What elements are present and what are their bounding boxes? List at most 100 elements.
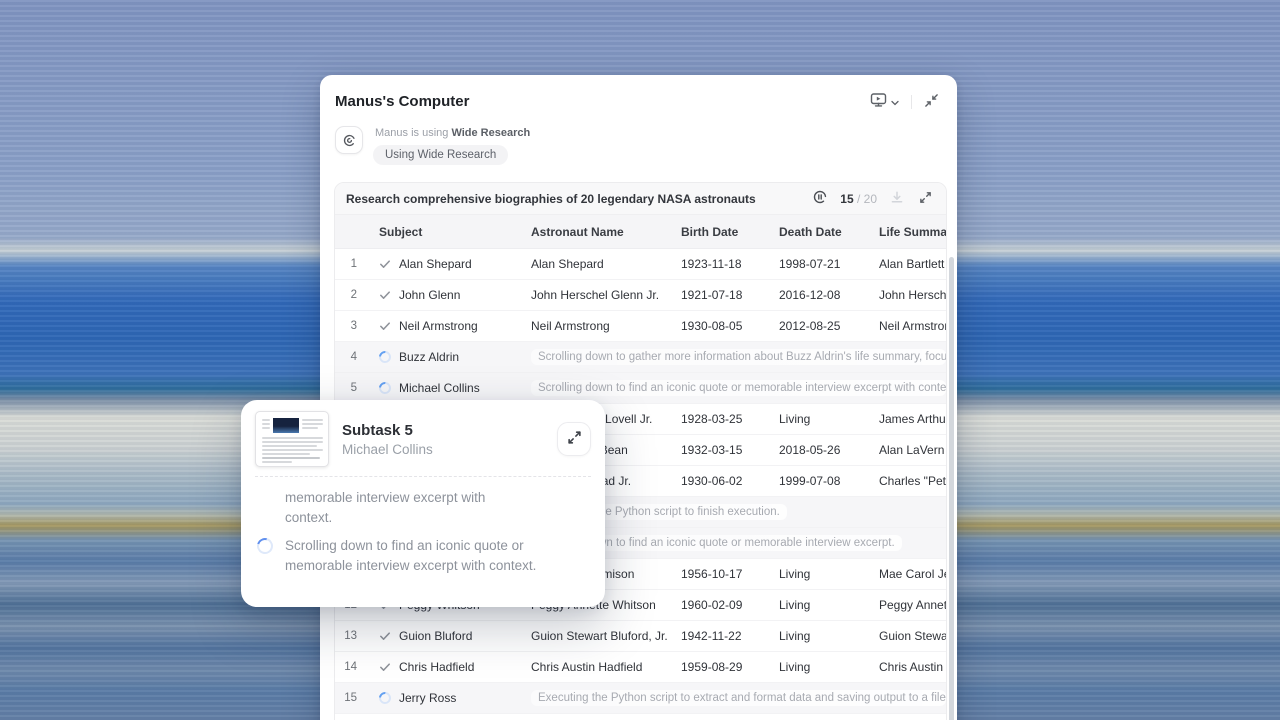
popup-subtitle: Michael Collins xyxy=(342,442,544,457)
row-number: 15 xyxy=(335,692,371,704)
download-icon xyxy=(890,190,904,207)
table-row[interactable]: 14 Chris Hadfield Chris Austin Hadfield … xyxy=(335,652,946,683)
table-row[interactable]: 13 Guion Bluford Guion Stewart Bluford, … xyxy=(335,621,946,652)
birth-date: 1930-06-02 xyxy=(671,474,769,488)
birth-date: 1942-11-22 xyxy=(671,629,769,643)
life-summary: John Herschel Glenn Jr. xyxy=(869,288,946,302)
wide-research-badge[interactable]: Using Wide Research xyxy=(373,145,508,165)
life-summary: Alan Bartlett Shepard Jr. xyxy=(869,257,946,271)
status-text: Scrolling down to gather more informatio… xyxy=(531,349,946,365)
subtask-popup: Subtask 5 Michael Collins memorable inte… xyxy=(241,400,605,607)
task-title: Research comprehensive biographies of 20… xyxy=(346,192,756,206)
progress-counter: 15 / 20 xyxy=(840,192,877,206)
window-scrollbar[interactable] xyxy=(949,257,954,720)
subtask-thumbnail[interactable] xyxy=(255,411,329,467)
subject-label: Buzz Aldrin xyxy=(399,350,459,364)
pause-button[interactable] xyxy=(811,188,829,209)
death-date: Living xyxy=(769,412,869,426)
row-number: 14 xyxy=(335,661,371,673)
popup-expand-button[interactable] xyxy=(557,422,591,456)
wide-research-icon xyxy=(335,126,363,154)
row-number: 5 xyxy=(335,382,371,394)
check-icon xyxy=(379,258,391,270)
window-header: Manus's Computer xyxy=(320,75,957,113)
subject-label: Neil Armstrong xyxy=(399,319,478,333)
row-number: 1 xyxy=(335,258,371,270)
column-header-subject: Subject xyxy=(371,225,521,239)
death-date: 1999-07-08 xyxy=(769,474,869,488)
table-row[interactable]: 4 Buzz Aldrin Scrolling down to gather m… xyxy=(335,342,946,373)
status-text: Executing the Python script to extract a… xyxy=(531,690,946,706)
chevron-down-icon xyxy=(891,94,899,109)
table-row[interactable]: 15 Jerry Ross Executing the Python scrip… xyxy=(335,683,946,714)
table-row[interactable]: 1 Alan Shepard Alan Shepard 1923-11-18 1… xyxy=(335,249,946,280)
table-row[interactable]: 3 Neil Armstrong Neil Armstrong 1930-08-… xyxy=(335,311,946,342)
birth-date: 1956-10-17 xyxy=(671,567,769,581)
popup-title: Subtask 5 xyxy=(342,422,544,439)
row-number: 2 xyxy=(335,289,371,301)
life-summary: Peggy Annette Whitson xyxy=(869,598,946,612)
check-icon xyxy=(379,289,391,301)
subtask-popup-header: Subtask 5 Michael Collins xyxy=(241,400,605,476)
download-button[interactable] xyxy=(888,188,906,209)
subject-label: Alan Shepard xyxy=(399,257,472,271)
subtask-status-text: Scrolling down to find an iconic quote o… xyxy=(285,536,557,576)
column-header-life-summary: Life Summary xyxy=(869,225,946,239)
popup-body: memorable interview excerpt with context… xyxy=(241,477,605,592)
pause-circle-icon xyxy=(813,190,827,207)
manus-computer-window: Manus's Computer xyxy=(320,75,957,720)
subject-label: Guion Bluford xyxy=(399,629,472,643)
agent-status-text: Manus is using Wide Research xyxy=(375,127,530,139)
row-number: 3 xyxy=(335,320,371,332)
column-header-birth-date: Birth Date xyxy=(671,225,769,239)
life-summary: Charles "Pete" Conrad xyxy=(869,474,946,488)
check-icon xyxy=(379,630,391,642)
column-header-astronaut-name: Astronaut Name xyxy=(521,225,671,239)
birth-date: 1930-08-05 xyxy=(671,319,769,333)
table-row[interactable]: 2 John Glenn John Herschel Glenn Jr. 192… xyxy=(335,280,946,311)
astronaut-name: Guion Stewart Bluford, Jr. xyxy=(521,629,671,643)
astronaut-name: Neil Armstrong xyxy=(521,319,671,333)
subject-label: Chris Hadfield xyxy=(399,660,474,674)
death-date: Living xyxy=(769,598,869,612)
agent-status-row: Manus is using Wide Research Using Wide … xyxy=(320,113,957,165)
life-summary: James Arthur Lovell Jr. xyxy=(869,412,946,426)
check-icon xyxy=(379,320,391,332)
table-row[interactable]: 16 Franklin Chang-Diaz Franklin Chang-Di… xyxy=(335,714,946,720)
death-date: Living xyxy=(769,660,869,674)
webpage-preview xyxy=(255,411,329,467)
status-text: Scrolling down to find an iconic quote o… xyxy=(531,380,946,396)
birth-date: 1923-11-18 xyxy=(671,257,769,271)
astronaut-name: Chris Austin Hadfield xyxy=(521,660,671,674)
death-date: 2012-08-25 xyxy=(769,319,869,333)
window-title: Manus's Computer xyxy=(335,93,469,110)
expand-button[interactable] xyxy=(917,189,934,209)
row-number: 4 xyxy=(335,351,371,363)
collapse-button[interactable] xyxy=(922,91,941,113)
header-divider xyxy=(911,95,912,109)
spinner-icon xyxy=(377,350,394,364)
life-summary: Alan LaVern Bean xyxy=(869,443,946,457)
astronaut-name: John Herschel Glenn Jr. xyxy=(521,288,671,302)
spinner-icon xyxy=(377,691,394,705)
collapse-icon xyxy=(924,93,939,111)
subject-label: Michael Collins xyxy=(399,381,480,395)
life-summary: Mae Carol Jemison xyxy=(869,567,946,581)
subject-label: Jerry Ross xyxy=(399,691,456,705)
column-header-death-date: Death Date xyxy=(769,225,869,239)
life-summary: Guion Stewart Bluford xyxy=(869,629,946,643)
loading-spinner-icon xyxy=(254,535,276,557)
expand-icon xyxy=(919,191,932,207)
death-date: Living xyxy=(769,567,869,581)
life-summary: Neil Armstrong was xyxy=(869,319,946,333)
thumbnail-photo xyxy=(273,418,299,433)
birth-date: 1960-02-09 xyxy=(671,598,769,612)
display-menu-button[interactable] xyxy=(868,90,901,113)
subject-label: John Glenn xyxy=(399,288,460,302)
birth-date: 1921-07-18 xyxy=(671,288,769,302)
spinner-icon xyxy=(377,381,394,395)
monitor-icon xyxy=(870,92,888,111)
previous-step-continuation: memorable interview excerpt with context… xyxy=(285,488,527,528)
birth-date: 1959-08-29 xyxy=(671,660,769,674)
check-icon xyxy=(379,661,391,673)
